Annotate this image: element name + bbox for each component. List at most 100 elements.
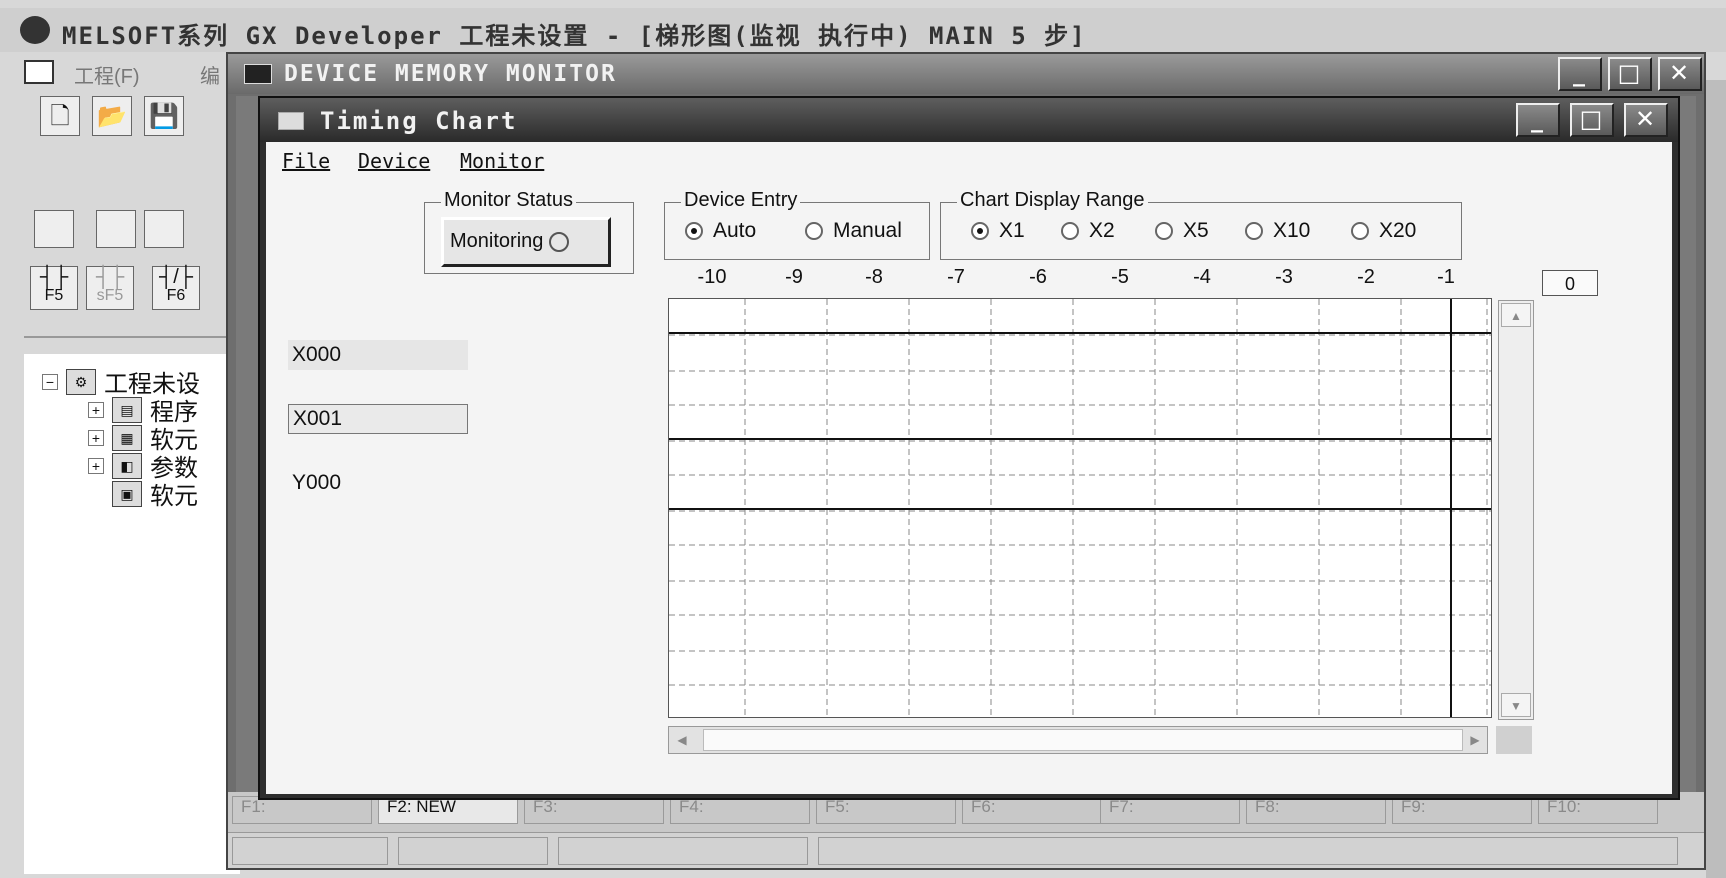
status-pane-2 bbox=[398, 837, 548, 865]
contact-nc-button[interactable]: ┤/├ F6 bbox=[152, 266, 200, 310]
menu-doc-icon[interactable] bbox=[24, 60, 54, 84]
project-tree-divider bbox=[24, 336, 234, 338]
fkey-f2[interactable]: F2: NEW bbox=[378, 796, 518, 824]
device-row-y000[interactable]: Y000 bbox=[288, 468, 468, 498]
tc-close-button[interactable]: ✕ bbox=[1624, 103, 1668, 137]
scroll-down-arrow-icon[interactable]: ▼ bbox=[1501, 693, 1531, 717]
radio-auto-label: Auto bbox=[713, 219, 757, 242]
chart-horizontal-scrollbar[interactable]: ◀ ▶ bbox=[668, 726, 1488, 754]
radio-x20[interactable]: X20 bbox=[1351, 219, 1416, 243]
chart-vertical-scrollbar[interactable]: ▲ ▼ bbox=[1498, 300, 1534, 720]
expand-icon[interactable]: + bbox=[88, 429, 104, 446]
radio-x20-dot bbox=[1351, 222, 1369, 240]
fkey-f10[interactable]: F10: bbox=[1538, 796, 1658, 824]
time-tick: -3 bbox=[1275, 266, 1293, 288]
scroll-left-arrow-icon[interactable]: ◀ bbox=[671, 729, 693, 751]
radio-x2-label: X2 bbox=[1089, 219, 1115, 242]
device-row-x000[interactable]: X000 bbox=[288, 340, 468, 370]
radio-x2[interactable]: X2 bbox=[1061, 219, 1115, 243]
radio-x10-dot bbox=[1245, 222, 1263, 240]
contact-no-key: F5 bbox=[44, 287, 64, 304]
menu-file[interactable]: File bbox=[282, 149, 330, 173]
scroll-right-arrow-icon[interactable]: ▶ bbox=[1465, 729, 1485, 751]
fkey-f5[interactable]: F5: bbox=[816, 796, 956, 824]
open-folder-icon[interactable]: 📂 bbox=[92, 96, 132, 136]
new-file-icon[interactable]: 🗋 bbox=[40, 96, 80, 136]
program-icon: ▤ bbox=[112, 396, 142, 423]
timing-chart-grid[interactable] bbox=[668, 298, 1492, 718]
radio-x5-label: X5 bbox=[1183, 219, 1209, 242]
main-menu-bar: 工程(F) 编 bbox=[0, 52, 240, 96]
radio-x1-label: X1 bbox=[999, 219, 1025, 242]
current-time-box: 0 bbox=[1542, 270, 1598, 296]
menu-monitor[interactable]: Monitor bbox=[460, 149, 544, 173]
menu-device[interactable]: Device bbox=[358, 149, 430, 173]
parameter-icon: ◧ bbox=[112, 452, 142, 479]
tc-maximize-button[interactable]: □ bbox=[1570, 103, 1614, 137]
scroll-up-arrow-icon[interactable]: ▲ bbox=[1501, 303, 1531, 327]
tc-minimize-button[interactable]: _ bbox=[1516, 103, 1560, 137]
radio-x20-label: X20 bbox=[1379, 219, 1417, 242]
melsoft-logo-icon bbox=[20, 16, 50, 44]
radio-manual[interactable]: Manual bbox=[805, 219, 902, 243]
device-name: Y000 bbox=[292, 471, 342, 494]
fkey-f8[interactable]: F8: bbox=[1246, 796, 1386, 824]
plc-icon[interactable] bbox=[34, 210, 74, 248]
fkey-f6[interactable]: F6: bbox=[962, 796, 1102, 824]
radio-manual-label: Manual bbox=[833, 219, 902, 242]
fkey-f1[interactable]: F1: bbox=[232, 796, 372, 824]
device-row-x001[interactable]: X001 bbox=[288, 404, 468, 434]
fkey-f7[interactable]: F7: bbox=[1100, 796, 1240, 824]
tc-title-bar: Timing Chart _ □ ✕ bbox=[260, 98, 1678, 142]
expand-icon[interactable]: + bbox=[88, 457, 104, 474]
monitoring-indicator-icon bbox=[548, 231, 569, 252]
time-tick: -2 bbox=[1357, 266, 1375, 288]
status-pane-3 bbox=[558, 837, 808, 865]
dmm-minimize-button[interactable]: _ bbox=[1558, 57, 1602, 91]
dmm-maximize-button[interactable]: □ bbox=[1608, 57, 1652, 91]
monitor-status-label: Monitor Status bbox=[441, 189, 576, 212]
monitor-status-group: Monitor Status Monitoring bbox=[424, 189, 634, 274]
monitoring-button-label: Monitoring bbox=[450, 230, 544, 252]
fkey-f3[interactable]: F3: bbox=[524, 796, 664, 824]
tc-title: Timing Chart bbox=[320, 107, 518, 135]
dmm-title: DEVICE MEMORY MONITOR bbox=[284, 61, 617, 87]
radio-x10[interactable]: X10 bbox=[1245, 219, 1310, 243]
collapse-icon[interactable]: − bbox=[42, 373, 58, 390]
project-icon: ⚙ bbox=[66, 368, 96, 395]
contact-no-button[interactable]: ┤├ F5 bbox=[30, 266, 78, 310]
time-tick: -9 bbox=[785, 266, 803, 288]
radio-x5[interactable]: X5 bbox=[1155, 219, 1209, 243]
tree-item-device-memory[interactable]: ▣ 软元 bbox=[112, 476, 198, 511]
ladder-monitor-icon[interactable] bbox=[144, 210, 184, 248]
timing-chart-window: Timing Chart _ □ ✕ File Device Monitor M… bbox=[258, 96, 1680, 800]
radio-x1[interactable]: X1 bbox=[971, 219, 1025, 243]
scroll-thumb[interactable] bbox=[703, 729, 1463, 751]
time-tick: -5 bbox=[1111, 266, 1129, 288]
contact-nc-symbol: ┤/├ bbox=[159, 266, 193, 288]
chart-display-range-group: Chart Display Range X1 X2 X5 X10 X20 bbox=[940, 189, 1462, 260]
status-pane-1 bbox=[232, 837, 388, 865]
contact-parallel-button[interactable]: ┤├ sF5 bbox=[86, 266, 134, 310]
dmm-close-button[interactable]: ✕ bbox=[1658, 57, 1702, 91]
status-pane-4 bbox=[818, 837, 1678, 865]
fkey-f9[interactable]: F9: bbox=[1392, 796, 1532, 824]
time-tick: -7 bbox=[947, 266, 965, 288]
menu-item-edit[interactable]: 编 bbox=[200, 60, 220, 89]
device-memory-icon: ▣ bbox=[112, 480, 142, 507]
radio-x10-label: X10 bbox=[1273, 219, 1311, 242]
right-scroll-strip bbox=[1706, 80, 1726, 878]
tc-menu-bar: File Device Monitor bbox=[266, 142, 1672, 178]
time-tick: -6 bbox=[1029, 266, 1047, 288]
radio-auto[interactable]: Auto bbox=[685, 219, 756, 243]
ladder-view-icon[interactable] bbox=[96, 210, 136, 248]
size-grip[interactable] bbox=[1496, 726, 1532, 754]
save-icon[interactable]: 💾 bbox=[144, 96, 184, 136]
dmm-title-bar: DEVICE MEMORY MONITOR _ □ ✕ bbox=[228, 54, 1704, 94]
fkey-f4[interactable]: F4: bbox=[670, 796, 810, 824]
menu-item-project[interactable]: 工程(F) bbox=[74, 60, 140, 89]
expand-icon[interactable]: + bbox=[88, 401, 104, 418]
status-bar bbox=[228, 832, 1704, 868]
monitoring-button[interactable]: Monitoring bbox=[441, 217, 611, 267]
contact-nc-key: F6 bbox=[166, 287, 186, 304]
